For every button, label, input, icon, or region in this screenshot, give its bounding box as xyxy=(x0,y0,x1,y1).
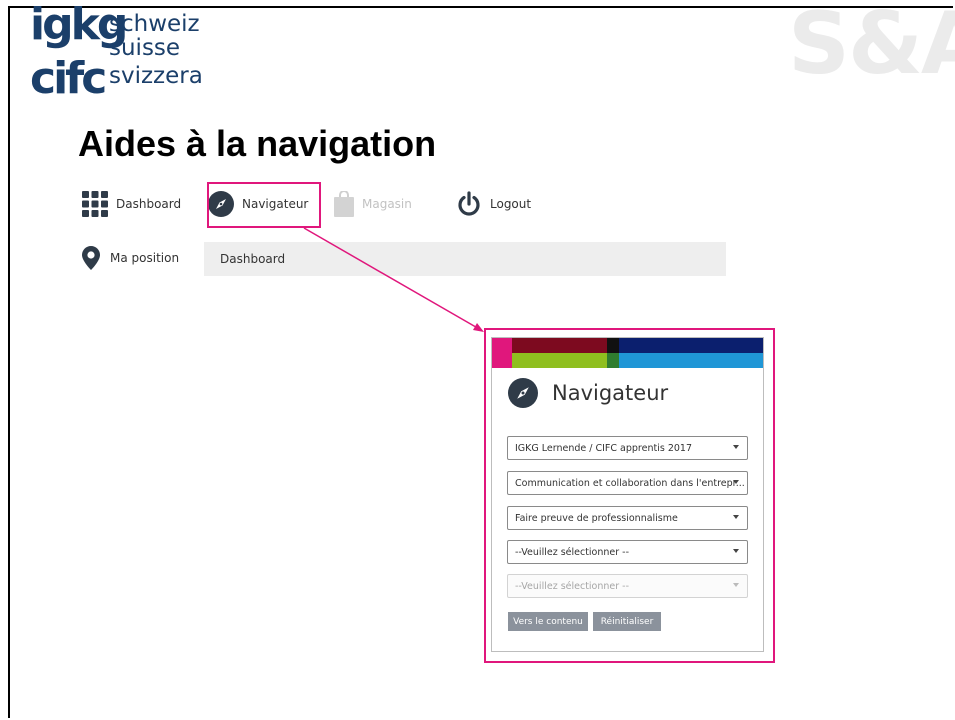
chevron-down-icon xyxy=(733,445,739,449)
nav-logout[interactable]: Logout xyxy=(456,186,531,222)
go-to-content-button[interactable]: Vers le contenu xyxy=(508,612,588,631)
shopping-bag-icon xyxy=(334,191,354,217)
my-position-label: Ma position xyxy=(110,251,180,265)
reset-button[interactable]: Réinitialiser xyxy=(593,612,661,631)
grid-icon xyxy=(82,191,108,217)
navigator-panel: Navigateur IGKG Lernende / CIFC apprenti… xyxy=(491,337,764,652)
watermark-logo: S&A xyxy=(788,0,955,94)
breadcrumb-current: Dashboard xyxy=(220,252,286,266)
navigator-title: Navigateur xyxy=(552,381,669,405)
chevron-down-icon xyxy=(733,480,739,484)
power-icon xyxy=(456,191,482,217)
nav-shop[interactable]: Magasin xyxy=(334,186,412,222)
navigator-header: Navigateur xyxy=(508,378,668,408)
select-level-5[interactable]: --Veuillez sélectionner -- xyxy=(507,574,748,598)
slide-frame xyxy=(8,6,953,718)
nav-dashboard-label: Dashboard xyxy=(116,197,182,211)
map-pin-icon xyxy=(82,246,100,270)
nav-dashboard[interactable]: Dashboard xyxy=(82,186,181,222)
select-program[interactable]: IGKG Lernende / CIFC apprentis 2017 xyxy=(507,436,748,460)
chevron-down-icon xyxy=(733,515,739,519)
highlight-box-navigator xyxy=(207,182,321,228)
select-topic[interactable]: Faire preuve de professionnalisme xyxy=(507,506,748,530)
chevron-down-icon xyxy=(733,583,739,587)
nav-shop-label: Magasin xyxy=(362,197,412,211)
color-stripes xyxy=(492,338,763,368)
page-title: Aides à la navigation xyxy=(78,123,437,164)
select-level-4[interactable]: --Veuillez sélectionner -- xyxy=(507,540,748,564)
select-module[interactable]: Communication et collaboration dans l'en… xyxy=(507,471,748,495)
my-position: Ma position xyxy=(82,244,179,272)
breadcrumb: Dashboard xyxy=(204,242,726,276)
compass-icon xyxy=(508,378,538,408)
nav-logout-label: Logout xyxy=(490,197,532,211)
chevron-down-icon xyxy=(733,549,739,553)
